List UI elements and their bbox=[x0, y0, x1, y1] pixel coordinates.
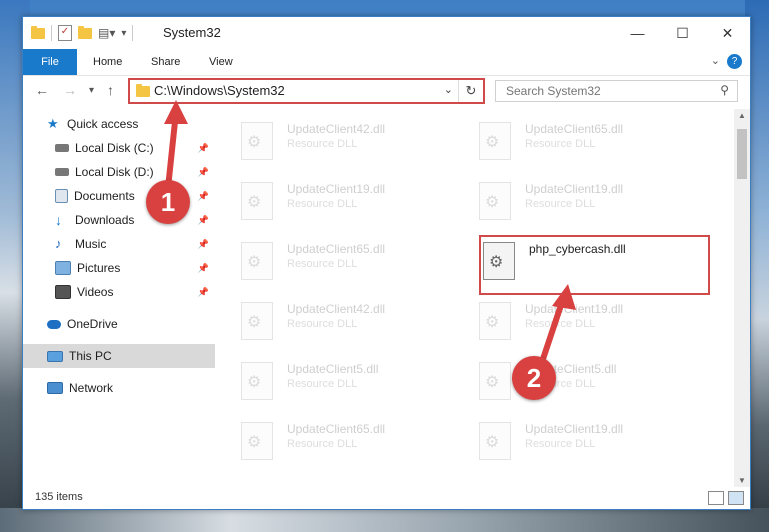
annotation-arrows bbox=[164, 100, 576, 369]
arrow-1-head bbox=[164, 100, 188, 124]
callout-2: 2 bbox=[512, 356, 556, 400]
callout-1: 1 bbox=[146, 180, 190, 224]
arrow-2-head bbox=[552, 284, 576, 310]
